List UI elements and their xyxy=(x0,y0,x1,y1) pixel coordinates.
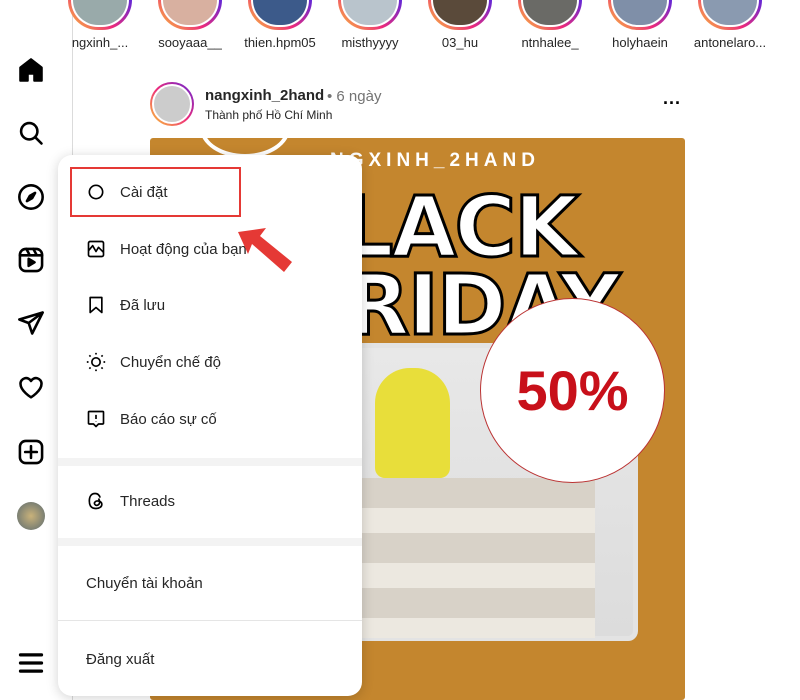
story[interactable]: antonelaro... xyxy=(686,0,774,50)
story[interactable]: ngxinh_... xyxy=(56,0,144,50)
story-username: ngxinh_... xyxy=(71,35,129,50)
home-icon[interactable] xyxy=(17,56,45,84)
post-header: nangxinh_2hand • 6 ngày Thành phố Hồ Chí… xyxy=(150,80,685,130)
menu-divider xyxy=(58,620,362,621)
saved-icon xyxy=(89,296,103,314)
activity-icon xyxy=(87,240,105,258)
menu-item-threads[interactable]: Threads xyxy=(58,476,362,526)
profile-avatar[interactable] xyxy=(17,502,45,530)
menu-item-activity[interactable]: Hoạt động của bạn xyxy=(58,224,362,274)
discount-text: 50% xyxy=(516,359,629,422)
more-options-button[interactable]: ... xyxy=(663,88,681,109)
menu-item-label: Chuyển tài khoản xyxy=(86,574,203,592)
story[interactable]: ntnhalee_ xyxy=(506,0,594,50)
menu-item-label: Threads xyxy=(120,492,176,510)
menu-divider xyxy=(58,458,362,466)
post-avatar[interactable] xyxy=(150,82,194,126)
menu-item-label: Đăng xuất xyxy=(86,650,155,668)
report-icon xyxy=(87,410,105,428)
menu-item-saved[interactable]: Đã lưu xyxy=(58,280,362,330)
story-username: 03_hu xyxy=(441,35,479,50)
annotation-arrow-icon xyxy=(238,228,292,272)
story[interactable]: holyhaein xyxy=(596,0,684,50)
annotation-highlight-box xyxy=(70,167,241,217)
more-menu: Cài đặt Hoạt động của bạn Đã lưu Chuyển … xyxy=(58,155,362,696)
messages-icon[interactable] xyxy=(17,309,45,337)
story[interactable]: sooyaaa__ xyxy=(146,0,234,50)
menu-item-label: Báo cáo sự cố xyxy=(120,410,217,428)
discount-badge: 50% xyxy=(480,298,665,483)
post-location[interactable]: Thành phố Hồ Chí Minh xyxy=(205,108,332,122)
story-username: misthyyyy xyxy=(341,35,399,50)
story[interactable]: misthyyyy xyxy=(326,0,414,50)
post-username[interactable]: nangxinh_2hand xyxy=(205,87,324,104)
menu-item-label: Đã lưu xyxy=(120,296,166,314)
reels-icon[interactable] xyxy=(17,246,45,274)
story[interactable]: thien.hpm05 xyxy=(236,0,324,50)
notifications-icon[interactable] xyxy=(17,374,45,402)
explore-icon[interactable] xyxy=(17,183,45,211)
appearance-icon xyxy=(86,352,106,372)
threads-icon xyxy=(88,492,103,510)
story-username: sooyaaa__ xyxy=(158,35,222,50)
menu-item-label: Chuyển chế độ xyxy=(120,353,221,371)
menu-item-report[interactable]: Báo cáo sự cố xyxy=(58,394,362,444)
story-username: antonelaro... xyxy=(693,35,767,50)
story[interactable]: 03_hu xyxy=(416,0,504,50)
menu-item-switch-account[interactable]: Chuyển tài khoản xyxy=(58,558,362,608)
story-username: thien.hpm05 xyxy=(244,35,316,50)
create-icon[interactable] xyxy=(17,438,45,466)
post-time: • 6 ngày xyxy=(327,88,382,105)
story-username: ntnhalee_ xyxy=(521,35,579,50)
search-icon[interactable] xyxy=(17,119,45,147)
menu-icon[interactable] xyxy=(17,649,45,677)
story-username: holyhaein xyxy=(612,35,668,50)
menu-item-appearance[interactable]: Chuyển chế độ xyxy=(58,337,362,387)
menu-divider xyxy=(58,538,362,546)
menu-item-logout[interactable]: Đăng xuất xyxy=(58,634,362,684)
